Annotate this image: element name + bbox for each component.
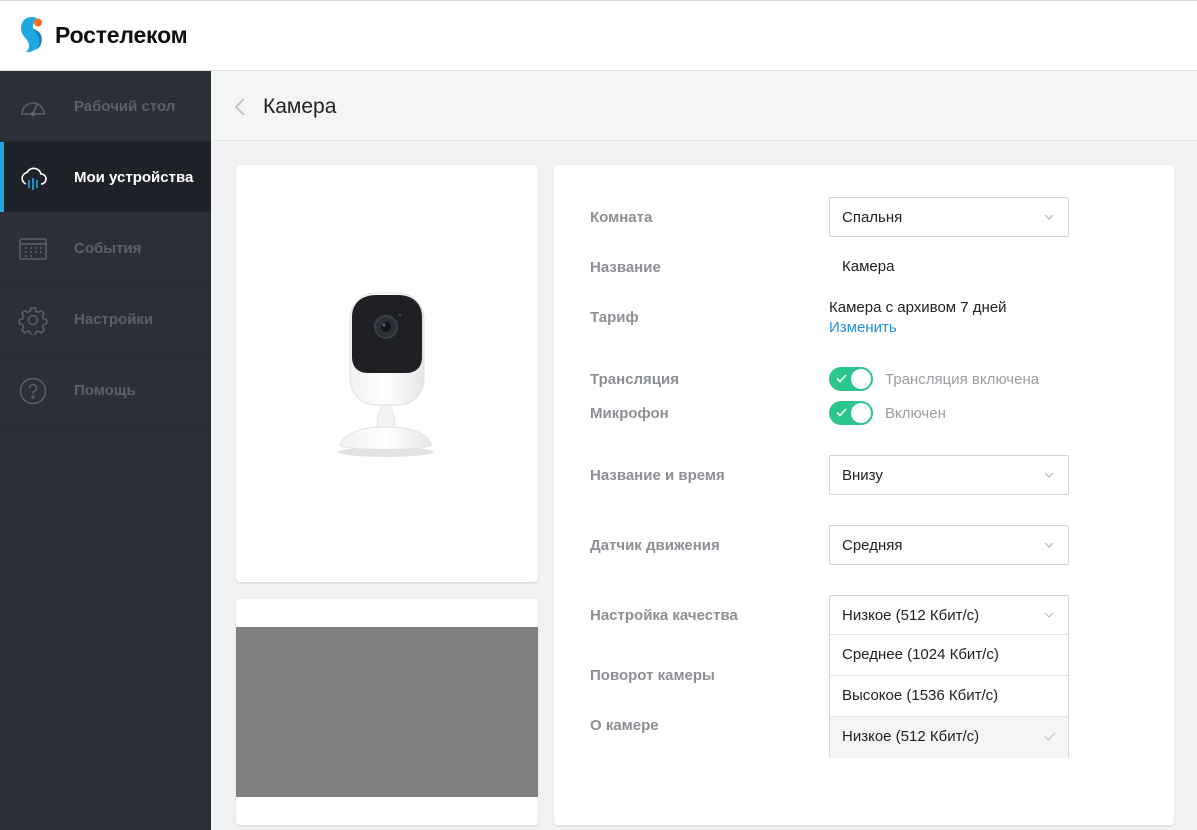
sidebar-item-dashboard[interactable]: Рабочий стол (0, 71, 211, 142)
name-label: Название (590, 259, 661, 276)
toggle-knob (851, 403, 871, 423)
option-label: Низкое (512 Кбит/с) (842, 728, 980, 745)
change-tariff-link[interactable]: Изменить (829, 319, 897, 336)
back-chevron-icon[interactable] (233, 97, 247, 117)
mic-status: Включен (885, 405, 946, 422)
stream-label: Трансляция (590, 371, 679, 388)
room-label: Комната (590, 209, 653, 226)
toggle-knob (851, 369, 871, 389)
quality-option-high[interactable]: Высокое (1536 Кбит/с) (830, 676, 1068, 717)
motion-select[interactable]: Средняя (829, 525, 1069, 565)
camera-photo-card (236, 165, 538, 582)
chevron-down-icon (1044, 542, 1054, 548)
motion-label: Датчик движения (590, 537, 720, 554)
top-header: Ростелеком (0, 0, 1197, 71)
camera-device-image (338, 292, 434, 457)
quality-select[interactable]: Низкое (512 Кбит/с) (830, 596, 1068, 635)
overlay-select[interactable]: Внизу (829, 455, 1069, 495)
tariff-label: Тариф (590, 309, 639, 326)
chevron-down-icon (1044, 214, 1054, 220)
about-label[interactable]: О камере (590, 717, 659, 734)
overlay-value: Внизу (842, 467, 883, 484)
sidebar-item-my-devices[interactable]: Мои устройства (0, 142, 211, 213)
sidebar-item-label: Рабочий стол (74, 97, 176, 115)
video-preview[interactable] (236, 627, 538, 797)
sidebar-item-events[interactable]: События (0, 213, 211, 284)
stream-status: Трансляция включена (885, 371, 1040, 388)
camera-settings-card: Комната Спальня Название Камера Тариф Ка… (554, 165, 1174, 825)
sidebar-item-label: Настройки (74, 310, 154, 328)
dashboard-gauge-icon (21, 102, 45, 117)
rostelecom-logo-icon (21, 17, 42, 53)
mic-label: Микрофон (590, 405, 669, 422)
quality-dropdown[interactable]: Низкое (512 Кбит/с) Среднее (1024 Кбит/с… (829, 595, 1069, 758)
brand-logo[interactable]: Ростелеком (18, 15, 188, 55)
check-icon (836, 374, 847, 383)
page-title: Камера (263, 95, 337, 118)
motion-value: Средняя (842, 537, 903, 554)
chevron-down-icon (1044, 472, 1054, 478)
room-value: Спальня (842, 209, 903, 226)
name-value[interactable]: Камера (842, 258, 894, 275)
calendar-events-icon (19, 238, 47, 260)
option-label: Высокое (1536 Кбит/с) (842, 687, 999, 704)
gear-icon (18, 307, 48, 335)
sidebar: Рабочий стол Мои устройства События Наст… (0, 71, 211, 830)
sidebar-item-label: События (74, 239, 142, 257)
sidebar-item-help[interactable]: Помощь (0, 355, 211, 426)
room-select[interactable]: Спальня (829, 197, 1069, 237)
option-label: Среднее (1024 Кбит/с) (842, 646, 999, 663)
check-icon (836, 408, 847, 417)
sidebar-item-label: Помощь (74, 381, 136, 399)
overlay-label: Название и время (590, 467, 725, 484)
quality-value: Низкое (512 Кбит/с) (842, 607, 980, 624)
stream-toggle[interactable] (829, 367, 873, 391)
sidebar-item-label: Мои устройства (74, 168, 194, 186)
cloud-devices-icon (21, 167, 47, 190)
quality-label: Настройка качества (590, 607, 738, 624)
tariff-value: Камера с архивом 7 дней (829, 299, 1007, 316)
brand-name: Ростелеком (55, 21, 188, 48)
sidebar-item-settings[interactable]: Настройки (0, 284, 211, 355)
camera-preview-card (236, 599, 538, 825)
help-question-icon (19, 377, 47, 405)
chevron-down-icon (1044, 612, 1054, 618)
mic-toggle[interactable] (829, 401, 873, 425)
page-header: Камера (211, 71, 1197, 141)
check-icon (1044, 732, 1056, 741)
quality-option-medium[interactable]: Среднее (1024 Кбит/с) (830, 635, 1068, 676)
rotation-label: Поворот камеры (590, 667, 715, 684)
quality-option-low[interactable]: Низкое (512 Кбит/с) (830, 717, 1068, 758)
